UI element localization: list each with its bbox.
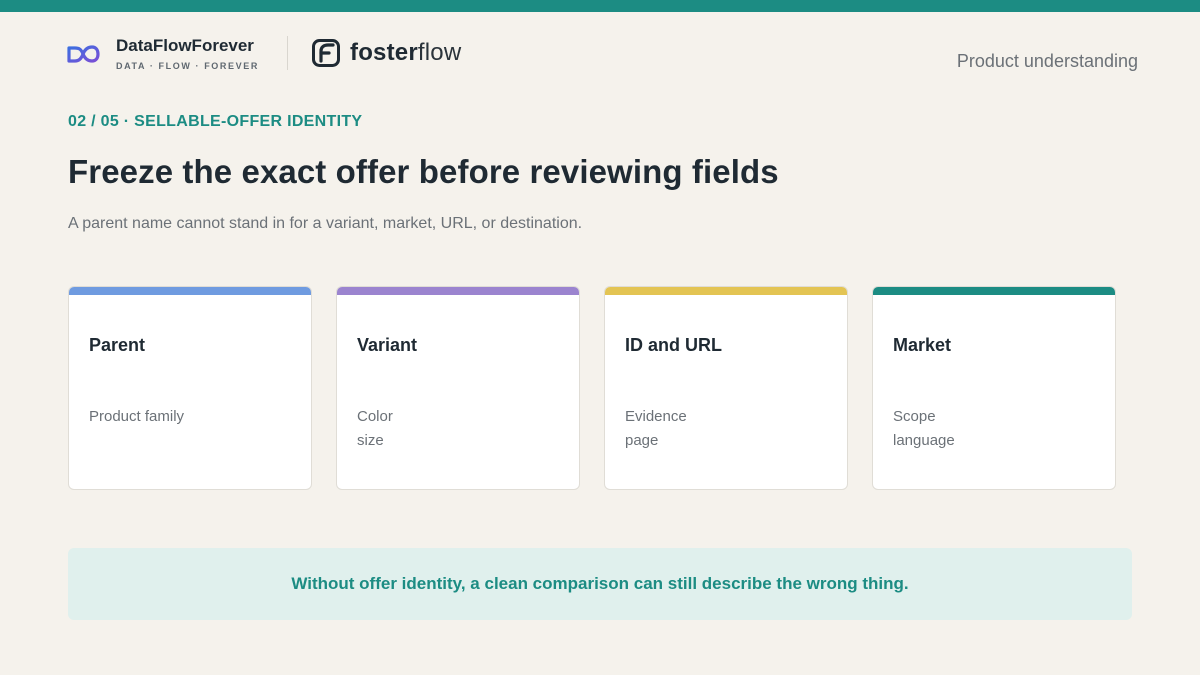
card-market: Market Scope language bbox=[872, 286, 1116, 490]
callout-banner: Without offer identity, a clean comparis… bbox=[68, 548, 1132, 620]
card-title: Parent bbox=[89, 335, 146, 355]
header: DataFlowForever DATA · FLOW · FOREVER fo… bbox=[66, 34, 1138, 74]
infinity-logo-icon bbox=[67, 45, 100, 63]
card-title: Variant bbox=[357, 335, 418, 355]
identity-cards: Parent Product family Variant Color size… bbox=[68, 286, 1116, 490]
wordmark-bold: foster bbox=[350, 39, 418, 66]
card-title: Market bbox=[893, 335, 952, 355]
card-variant: Variant Color size bbox=[336, 286, 580, 490]
card-body: Scope language bbox=[893, 405, 955, 453]
card-body: Color size bbox=[357, 405, 393, 453]
card-body: Product family bbox=[89, 405, 184, 429]
card-line: Product family bbox=[89, 408, 185, 425]
card-accent bbox=[337, 287, 579, 295]
fosterflow-brand: fosterflow bbox=[312, 39, 461, 67]
card-line: page bbox=[625, 432, 659, 449]
fosterflow-logo-icon bbox=[312, 39, 340, 67]
card-accent bbox=[69, 287, 311, 295]
fosterflow-wordmark: fosterflow bbox=[350, 39, 461, 67]
callout-text: Without offer identity, a clean comparis… bbox=[291, 574, 909, 593]
brand-tagline: DATA · FLOW · FOREVER bbox=[116, 61, 259, 71]
section-label: Product understanding bbox=[956, 51, 1138, 71]
top-accent-bar bbox=[0, 0, 1200, 12]
slide-eyebrow: 02 / 05 · SELLABLE-OFFER IDENTITY bbox=[68, 113, 363, 130]
card-line: Color bbox=[357, 408, 393, 425]
brand-divider bbox=[287, 36, 288, 70]
card-body: Evidence page bbox=[625, 405, 687, 453]
card-parent: Parent Product family bbox=[68, 286, 312, 490]
page-subtitle: A parent name cannot stand in for a vari… bbox=[68, 215, 583, 232]
card-line: Scope bbox=[893, 408, 936, 425]
wordmark-light: flow bbox=[417, 39, 462, 66]
card-line: Evidence bbox=[625, 408, 687, 425]
card-line: size bbox=[357, 432, 384, 449]
card-line: language bbox=[893, 432, 955, 449]
dataflowforever-brand: DataFlowForever DATA · FLOW · FOREVER bbox=[66, 37, 259, 71]
card-accent bbox=[605, 287, 847, 295]
page-title: Freeze the exact offer before reviewing … bbox=[68, 153, 779, 190]
brand-name: DataFlowForever bbox=[116, 36, 254, 55]
card-id-url: ID and URL Evidence page bbox=[604, 286, 848, 490]
card-accent bbox=[873, 287, 1115, 295]
card-title: ID and URL bbox=[625, 335, 722, 355]
